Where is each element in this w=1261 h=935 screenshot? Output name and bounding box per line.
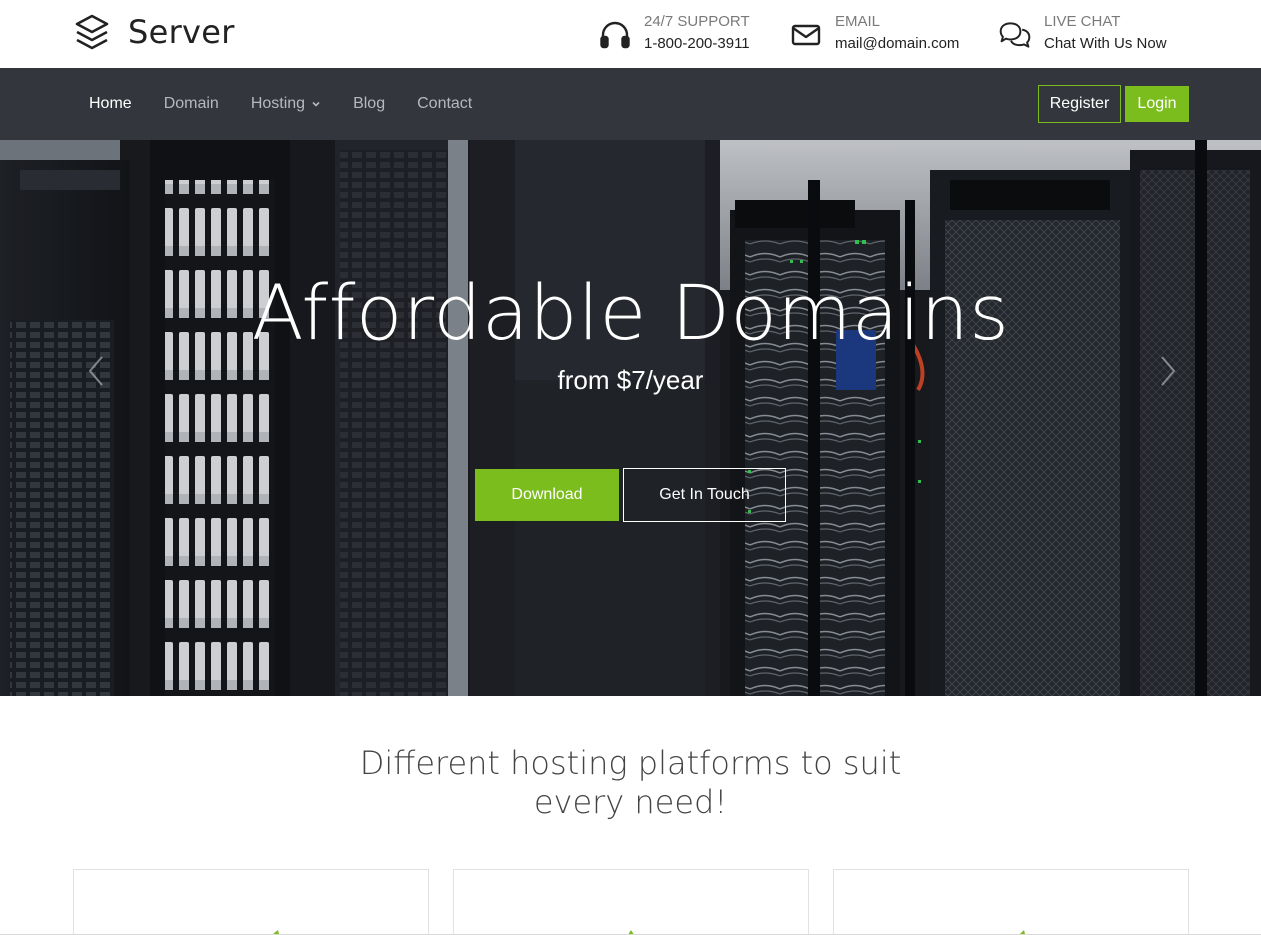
chevron-down-icon	[312, 101, 320, 107]
chat-with-us-link[interactable]: Chat With Us Now	[1044, 32, 1167, 56]
email-label: EMAIL	[835, 13, 881, 30]
nav-item-domain[interactable]: Domain	[164, 95, 219, 113]
hero-slider: Affordable Domains from $7/year Download…	[0, 140, 1261, 696]
hero-subtitle: from $7/year	[557, 365, 704, 395]
headphones-icon	[600, 21, 630, 49]
hero-title: Affordable Domains	[251, 268, 1010, 357]
download-button[interactable]: Download	[475, 469, 619, 521]
nav-item-contact[interactable]: Contact	[417, 95, 472, 113]
email-contact: EMAIL mail@domain.com	[789, 12, 959, 56]
envelope-icon	[791, 24, 821, 46]
section-title: Different hosting platforms to suit ever…	[330, 744, 931, 822]
get-in-touch-button[interactable]: Get In Touch	[623, 468, 786, 522]
login-button[interactable]: Login	[1125, 86, 1189, 122]
section-title-line-1: Different hosting platforms to suit	[359, 744, 902, 782]
hosting-card[interactable]	[73, 869, 429, 935]
support-label: 24/7 SUPPORT	[644, 13, 750, 30]
nav-item-blog[interactable]: Blog	[353, 95, 385, 113]
register-button[interactable]: Register	[1038, 85, 1121, 123]
email-address[interactable]: mail@domain.com	[835, 32, 959, 56]
brand-logo[interactable]: Server	[74, 12, 235, 52]
hosting-card[interactable]	[453, 869, 809, 935]
chat-bubbles-icon	[999, 22, 1031, 48]
live-chat-contact: LIVE CHAT Chat With Us Now	[998, 12, 1167, 56]
nav-item-hosting-label: Hosting	[250, 95, 306, 112]
nav-menu: Home Domain Hosting Blog Contact	[89, 68, 504, 140]
layers-icon	[75, 14, 109, 50]
nav-item-home[interactable]: Home	[89, 95, 132, 113]
nav-item-hosting[interactable]: Hosting	[251, 95, 321, 113]
top-header: Server 24/7 SUPPORT 1-800-200-3911 EMAIL…	[0, 0, 1261, 68]
section-title-line-2: every need!	[533, 783, 728, 821]
hero-overlay	[0, 140, 1261, 696]
support-phone[interactable]: 1-800-200-3911	[644, 32, 750, 56]
live-chat-label: LIVE CHAT	[1044, 13, 1121, 30]
brand-name: Server	[128, 13, 235, 51]
hosting-card[interactable]	[833, 869, 1189, 935]
main-navbar: Home Domain Hosting Blog Contact Registe…	[0, 68, 1261, 140]
support-contact: 24/7 SUPPORT 1-800-200-3911	[598, 12, 750, 56]
